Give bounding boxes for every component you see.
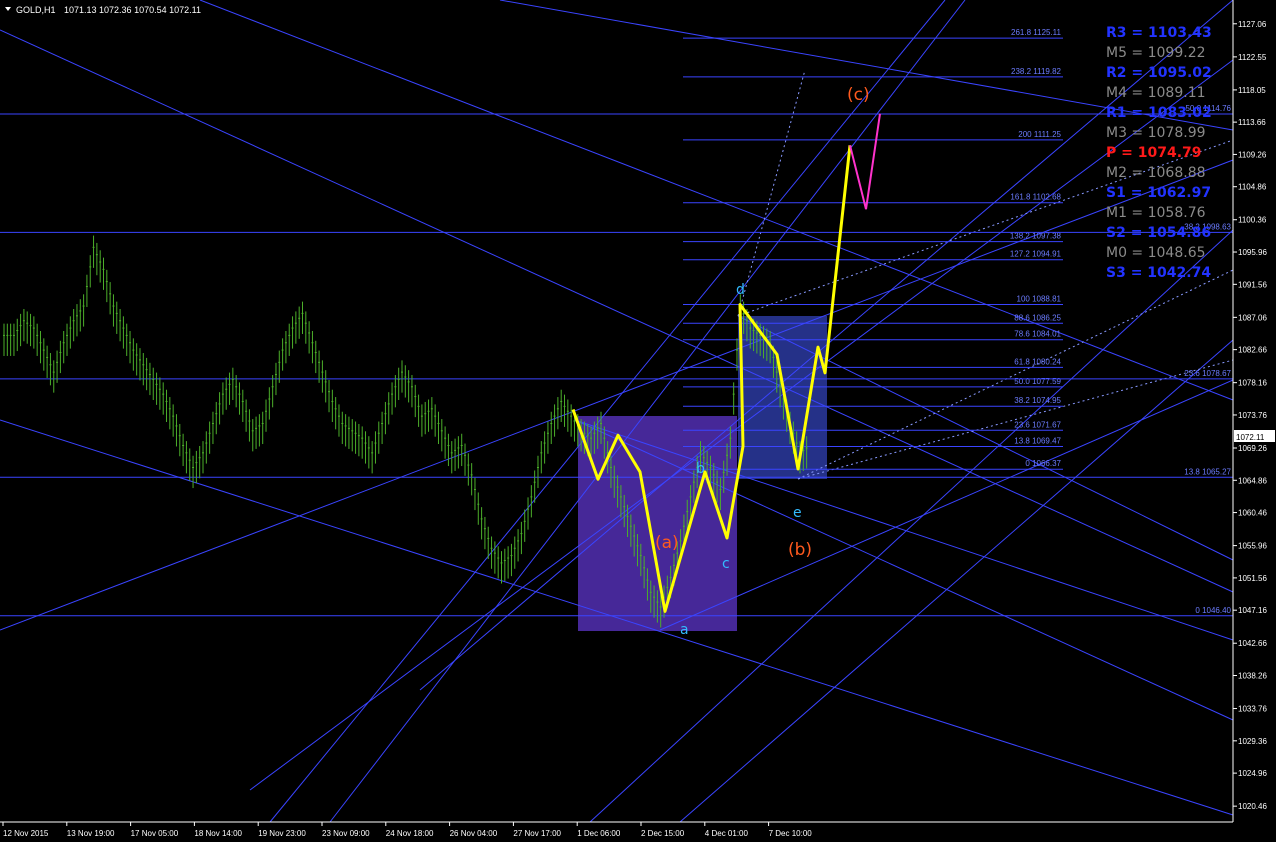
wave-label-c: c (722, 556, 730, 572)
price-tick-label: 1029.36 (1238, 737, 1267, 746)
time-tick-label: 19 Nov 23:00 (258, 829, 306, 838)
price-tick-label: 1127.06 (1238, 20, 1267, 29)
price-tick-label: 1047.16 (1238, 606, 1267, 615)
wave-label-big-b: (b) (788, 540, 812, 560)
fib-level-label: 61.8 1080.24 (1014, 357, 1061, 366)
wave-label-big-a: (a) (655, 533, 679, 553)
price-tick-label: 1095.96 (1238, 248, 1267, 257)
pivot-level-label: M0 = 1048.65 (1106, 245, 1206, 261)
pivot-level-label: M3 = 1078.99 (1106, 125, 1206, 141)
price-tick-label: 1042.66 (1238, 639, 1267, 648)
fib-level-label: 13.8 1069.47 (1014, 436, 1061, 445)
price-tick-label: 1069.26 (1238, 444, 1267, 453)
wave-label-b: b (696, 461, 705, 477)
price-tick-label: 1082.66 (1238, 346, 1267, 355)
pivot-level-label: S1 = 1062.97 (1106, 185, 1211, 201)
fib-level-label: 127.2 1094.91 (1010, 250, 1062, 259)
pivot-level-label: M1 = 1058.76 (1106, 205, 1206, 221)
price-tick-label: 1104.86 (1238, 183, 1267, 192)
fib-level-label: 261.8 1125.11 (1011, 28, 1062, 37)
chart-header: GOLD,H1 1071.13 1072.36 1070.54 1072.11 (5, 5, 201, 15)
price-tick-label: 1073.76 (1238, 411, 1267, 420)
pivot-level-label: R2 = 1095.02 (1106, 65, 1212, 81)
wave-label-big-c: (c) (847, 85, 870, 105)
pivot-level-label: S3 = 1042.74 (1106, 265, 1211, 281)
price-tick-label: 1055.96 (1238, 542, 1267, 551)
pivot-level-label: R3 = 1103.43 (1106, 25, 1212, 41)
wave-label-a: a (680, 622, 689, 638)
fib-level-label: 23.6 1078.67 (1184, 369, 1231, 378)
pivot-level-label: R1 = 1083.02 (1106, 105, 1212, 121)
pivot-level-label: M5 = 1099.22 (1106, 45, 1206, 61)
time-tick-label: 27 Nov 17:00 (513, 829, 561, 838)
price-tick-label: 1024.96 (1238, 769, 1267, 778)
price-tick-label: 1091.56 (1238, 280, 1267, 289)
fib-level-label: 200 1111.25 (1018, 130, 1061, 139)
ohlc-values: 1071.13 1072.36 1070.54 1072.11 (64, 5, 201, 15)
fib-level-label: 78.6 1084.01 (1014, 330, 1061, 339)
fib-level-label: 161.8 1102.68 (1010, 193, 1061, 202)
price-tick-label: 1051.56 (1238, 574, 1267, 583)
time-tick-label: 23 Nov 09:00 (322, 829, 370, 838)
fib-level-label: 0 1066.37 (1025, 459, 1061, 468)
time-tick-label: 18 Nov 14:00 (194, 829, 242, 838)
pivot-level-label: M4 = 1089.11 (1106, 85, 1206, 101)
wave-label-d: d (736, 282, 745, 298)
time-tick-label: 1 Dec 06:00 (577, 829, 621, 838)
fib-level-label: 0 1046.40 (1195, 606, 1231, 615)
fib-level-label: 23.6 1071.67 (1014, 420, 1061, 429)
time-tick-label: 26 Nov 04:00 (450, 829, 498, 838)
price-tick-label: 1064.86 (1238, 476, 1267, 485)
pivot-level-label: S2 = 1054.86 (1106, 225, 1211, 241)
price-tick-label: 1078.16 (1238, 379, 1267, 388)
fib-level-label: 238.2 1119.82 (1011, 67, 1062, 76)
price-tick-label: 1113.66 (1238, 118, 1266, 127)
price-tick-label: 1118.05 (1238, 86, 1266, 95)
time-tick-label: 4 Dec 01:00 (705, 829, 749, 838)
time-tick-label: 17 Nov 05:00 (131, 829, 179, 838)
price-tick-label: 1109.26 (1238, 150, 1267, 159)
wave-b-box (738, 316, 827, 479)
price-chart[interactable]: 261.8 1125.11 238.2 1119.82 200 1111.25 161… (0, 0, 1276, 842)
current-price-tag: 1072.11 (1234, 430, 1275, 442)
current-price-label: 1072.11 (1236, 433, 1265, 442)
price-tick-label: 1020.46 (1238, 802, 1267, 811)
time-tick-label: 12 Nov 2015 (3, 829, 49, 838)
time-tick-label: 7 Dec 10:00 (769, 829, 813, 838)
time-tick-label: 24 Nov 18:00 (386, 829, 434, 838)
price-tick-label: 1100.36 (1238, 216, 1267, 225)
pivot-level-label: P = 1074.79 (1106, 145, 1202, 161)
price-tick-label: 1087.06 (1238, 313, 1267, 322)
fib-level-label: 88.6 1086.25 (1014, 313, 1061, 322)
symbol-label: GOLD,H1 (16, 5, 56, 15)
fib-level-label: 100 1088.81 (1017, 295, 1062, 304)
price-tick-label: 1122.55 (1238, 53, 1267, 62)
price-tick-label: 1033.76 (1238, 705, 1267, 714)
pivot-level-label: M2 = 1068.88 (1106, 165, 1206, 181)
price-tick-label: 1038.26 (1238, 672, 1267, 681)
price-tick-label: 1060.46 (1238, 509, 1267, 518)
fib-level-label: 50.0 1077.59 (1014, 377, 1061, 386)
fib-level-label: 138.2 1097.38 (1010, 232, 1062, 241)
time-tick-label: 13 Nov 19:00 (67, 829, 115, 838)
fib-level-label: 38.2 1074.95 (1014, 396, 1061, 405)
time-tick-label: 2 Dec 15:00 (641, 829, 685, 838)
wave-label-e: e (793, 505, 802, 521)
fib-level-label: 13.8 1065.27 (1184, 467, 1231, 476)
